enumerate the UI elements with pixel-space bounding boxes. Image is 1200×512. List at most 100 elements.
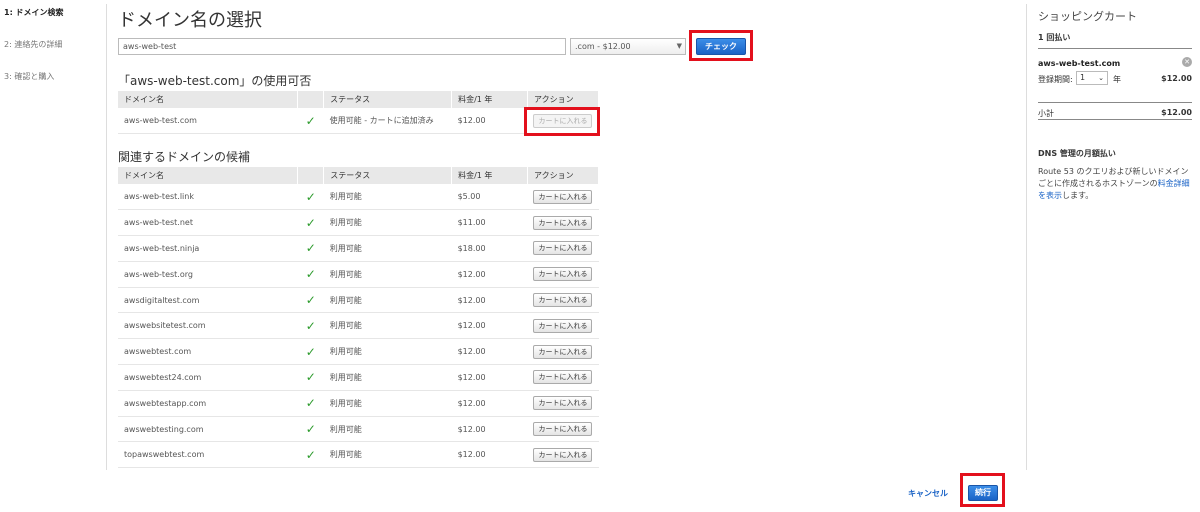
- check-icon: ✓: [305, 241, 316, 256]
- continue-button[interactable]: 続行: [968, 485, 998, 501]
- domain-status: 利用可能: [323, 261, 452, 288]
- domain-name: awswebtest.com: [118, 338, 298, 366]
- domain-name: aws-web-test.org: [118, 261, 298, 288]
- domain-name: topawswebtest.com: [118, 441, 298, 469]
- cart-item-price: $12.00: [1161, 74, 1192, 83]
- col-status: ステータス: [323, 91, 453, 108]
- domain-status: 利用可能: [323, 390, 452, 417]
- cart-divider: [1038, 119, 1192, 120]
- col-price: 料金/1 年: [451, 91, 528, 108]
- subtotal-label: 小計: [1038, 109, 1054, 118]
- add-to-cart-button[interactable]: カートに入れる: [533, 447, 593, 462]
- availability-title: 「aws-web-test.com」の使用可否: [118, 74, 312, 88]
- add-to-cart-button[interactable]: カートに入れる: [533, 267, 593, 282]
- domain-name: aws-web-test.ninja: [118, 235, 298, 262]
- check-icon: ✓: [305, 293, 316, 308]
- domain-price: $11.00: [451, 209, 528, 237]
- check-button-highlight: チェック: [689, 30, 753, 61]
- table-row: awswebtest.com ✓ 利用可能 $12.00 カートに入れる: [118, 338, 599, 366]
- domain-name: aws-web-test.net: [118, 209, 298, 237]
- add-to-cart-button[interactable]: カートに入れる: [533, 189, 593, 204]
- table-row: awswebtesting.com ✓ 利用可能 $12.00 カートに入れる: [118, 416, 599, 443]
- domain-status: 利用可能: [323, 312, 452, 340]
- domain-name: awswebtesting.com: [118, 416, 298, 443]
- domain-price: $12.00: [451, 261, 528, 288]
- suggestions-table: ドメイン名 ステータス 料金/1 年 アクション aws-web-test.li…: [118, 167, 600, 469]
- table-row: aws-web-test.org ✓ 利用可能 $12.00 カートに入れる: [118, 261, 599, 288]
- suggestions-body: aws-web-test.link ✓ 利用可能 $5.00 カートに入れる aws-we…: [118, 184, 599, 469]
- add-to-cart-button[interactable]: カートに入れる: [533, 215, 593, 230]
- table-row: aws-web-test.net ✓ 利用可能 $11.00 カートに入れる: [118, 209, 599, 237]
- cart-divider: [1038, 48, 1192, 49]
- cart-item-domain: aws-web-test.com: [1038, 59, 1121, 68]
- check-button[interactable]: チェック: [696, 38, 746, 55]
- check-icon: ✓: [305, 267, 316, 282]
- period-select[interactable]: 1 ⌄: [1076, 71, 1108, 85]
- table-header: ドメイン名 ステータス 料金/1 年 アクション: [118, 91, 600, 108]
- check-icon: ✓: [305, 215, 316, 230]
- right-divider: [1026, 4, 1027, 470]
- domain-price: $12.00: [451, 338, 528, 366]
- domain-price: $5.00: [451, 184, 528, 211]
- add-to-cart-button[interactable]: カートに入れる: [533, 241, 593, 256]
- add-to-cart-button[interactable]: カートに入れる: [533, 422, 593, 437]
- domain-name: awswebtest24.com: [118, 364, 298, 391]
- domain-search-input[interactable]: [118, 38, 566, 55]
- cart-divider: [1038, 102, 1192, 103]
- domain-price: $12.00: [451, 364, 528, 391]
- wizard-steps: 1: ドメイン検索 2: 連絡先の詳細 3: 確認と購入: [4, 8, 104, 104]
- check-icon: ✓: [305, 396, 316, 411]
- check-icon: ✓: [305, 447, 316, 462]
- domain-price: $12.00: [451, 390, 528, 417]
- col-domain-name: ドメイン名: [118, 91, 299, 108]
- check-icon: ✓: [305, 318, 316, 333]
- chevron-down-icon: ⌄: [1098, 74, 1104, 82]
- chevron-down-icon: ▼: [676, 42, 682, 50]
- table-row: awswebsitetest.com ✓ 利用可能 $12.00 カートに入れる: [118, 312, 599, 340]
- domain-price: $12.00: [451, 312, 528, 340]
- tld-select[interactable]: .com - $12.00 ▼: [570, 38, 686, 55]
- check-icon: ✓: [305, 113, 316, 128]
- add-to-cart-button[interactable]: カートに入れる: [533, 293, 593, 308]
- domain-price: $12.00: [451, 287, 528, 314]
- add-to-cart-button[interactable]: カートに入れる: [533, 370, 593, 385]
- add-to-cart-button[interactable]: カートに入れる: [533, 318, 593, 333]
- col-price: 料金/1 年: [451, 167, 528, 184]
- add-to-cart-button[interactable]: カートに入れる: [533, 396, 593, 411]
- domain-status: 利用可能: [323, 184, 452, 211]
- remove-circle-icon[interactable]: ✕: [1182, 57, 1192, 67]
- check-icon: ✓: [305, 422, 316, 437]
- table-row: aws-web-test.link ✓ 利用可能 $5.00 カートに入れる: [118, 184, 599, 211]
- table-row: topawswebtest.com ✓ 利用可能 $12.00 カートに入れる: [118, 441, 599, 469]
- next-button-highlight: 続行: [960, 473, 1005, 507]
- domain-status: 利用可能: [323, 338, 452, 366]
- col-status: ステータス: [323, 167, 453, 184]
- table-row: awswebtest24.com ✓ 利用可能 $12.00 カートに入れる: [118, 364, 599, 391]
- step-review-purchase[interactable]: 3: 確認と購入: [4, 72, 104, 104]
- check-icon: ✓: [305, 344, 316, 359]
- domain-price: $12.00: [451, 108, 528, 135]
- domain-status: 利用可能: [323, 364, 452, 391]
- col-domain-name: ドメイン名: [118, 167, 299, 184]
- dns-description: Route 53 のクエリおよび新しいドメインごとに作成されるホストゾーンの料金…: [1038, 166, 1192, 202]
- cart-title: ショッピングカート: [1038, 10, 1137, 23]
- domain-name: aws-web-test.link: [118, 184, 298, 211]
- domain-name: awswebtestapp.com: [118, 390, 298, 417]
- col-action: アクション: [527, 91, 600, 108]
- cart-subtitle: 1 回払い: [1038, 33, 1071, 42]
- domain-status: 利用可能: [323, 209, 452, 237]
- table-row: awswebtestapp.com ✓ 利用可能 $12.00 カートに入れる: [118, 390, 599, 417]
- domain-name: awswebsitetest.com: [118, 312, 298, 340]
- domain-status: 利用可能: [323, 416, 452, 443]
- cancel-link[interactable]: キャンセル: [908, 488, 948, 499]
- domain-status: 利用可能: [323, 287, 452, 314]
- step-contact-details[interactable]: 2: 連絡先の詳細: [4, 40, 104, 72]
- add-to-cart-button[interactable]: カートに入れる: [533, 344, 593, 359]
- period-label: 登録期間:: [1038, 75, 1073, 84]
- step-domain-search[interactable]: 1: ドメイン検索: [4, 8, 104, 40]
- page-title: ドメイン名の選択: [118, 10, 262, 31]
- check-icon: ✓: [305, 370, 316, 385]
- dns-text-after: します。: [1062, 191, 1094, 200]
- domain-price: $18.00: [451, 235, 528, 262]
- dns-title: DNS 管理の月額払い: [1038, 149, 1116, 158]
